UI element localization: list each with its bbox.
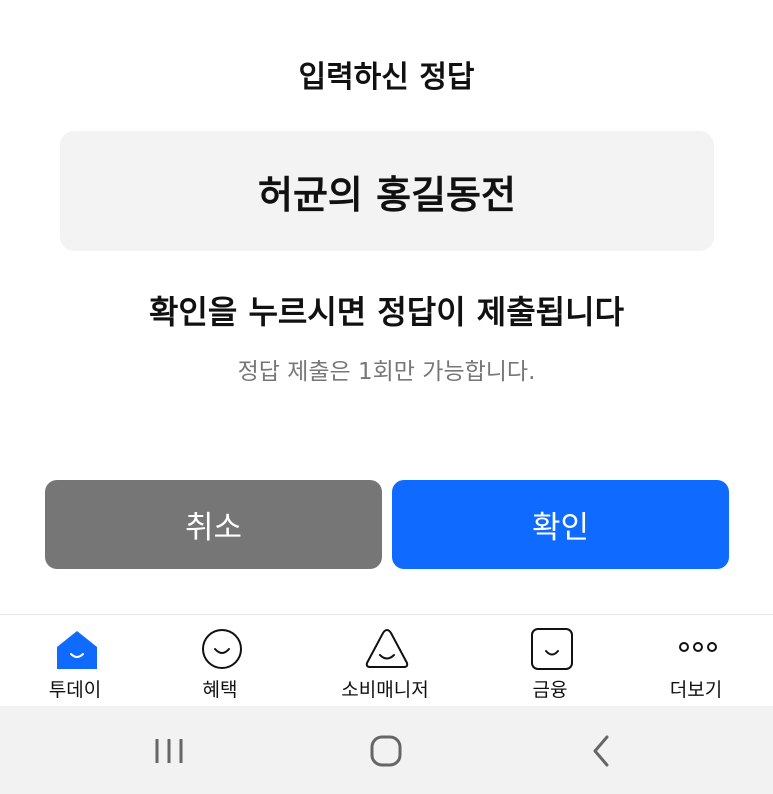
nav-item-finance[interactable]: 금융: [490, 615, 610, 707]
confirm-message: 확인을 누르시면 정답이 제출됩니다: [148, 293, 625, 331]
recents-icon[interactable]: [144, 728, 194, 774]
home-button-icon[interactable]: [361, 728, 411, 774]
nav-label: 금융: [532, 679, 568, 701]
system-nav-bar: [0, 706, 773, 794]
bottom-nav: 투데이 혜택 소비매니저 금융 더보기: [0, 614, 773, 707]
smile-circle-icon: [202, 629, 242, 669]
nav-item-today[interactable]: 투데이: [15, 615, 135, 707]
back-icon[interactable]: [577, 728, 627, 774]
dialog-title: 입력하신 정답: [298, 60, 475, 95]
nav-item-spending-manager[interactable]: 소비매니저: [325, 615, 445, 707]
submission-note: 정답 제출은 1회만 가능합니다.: [237, 359, 536, 385]
smile-square-icon: [531, 628, 573, 670]
answer-box: 허균의 홍길동전: [60, 131, 714, 251]
nav-item-benefits[interactable]: 혜택: [160, 615, 280, 707]
cancel-button[interactable]: 취소: [45, 480, 382, 569]
nav-label: 더보기: [669, 679, 723, 701]
home-icon: [57, 631, 97, 669]
nav-label: 소비매니저: [341, 679, 429, 701]
confirm-button[interactable]: 확인: [392, 480, 729, 569]
nav-label: 혜택: [202, 679, 238, 701]
nav-item-more[interactable]: 더보기: [636, 615, 756, 707]
answer-text: 허균의 홍길동전: [258, 172, 516, 217]
more-dots-icon: [679, 642, 717, 652]
nav-label: 투데이: [48, 679, 102, 701]
smile-triangle-icon: [365, 629, 409, 668]
